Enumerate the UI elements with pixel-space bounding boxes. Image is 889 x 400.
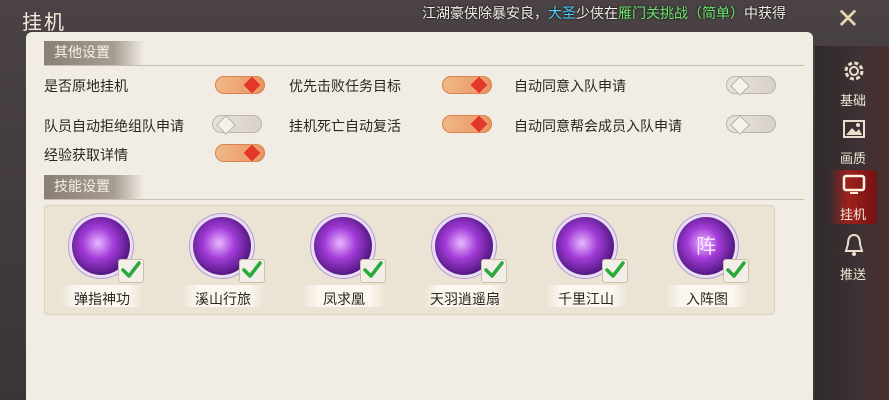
toggle-auto-revive[interactable] — [442, 115, 492, 133]
section-title-skills: 技能设置 — [44, 175, 144, 199]
checkmark-icon — [605, 261, 625, 278]
marquee-text-3: 中获得 — [744, 6, 786, 22]
bell-icon — [844, 233, 864, 256]
gear-icon — [844, 61, 864, 81]
option-label-exp-details: 经验获取详情 — [44, 148, 128, 164]
section-divider — [44, 65, 804, 66]
toggle-exp-details[interactable] — [215, 144, 265, 162]
side-nav: 基础 画质 挂机 推送 — [815, 46, 889, 400]
nav-item-basic[interactable]: 基础 — [829, 56, 877, 110]
toggle-knob — [216, 115, 236, 135]
marquee-text-2: 少侠在 — [576, 6, 618, 22]
nav-label: 画质 — [839, 152, 866, 167]
skills-list: 弹指神功 溪山行旅 凤求凰 天羽逍遥扇 千里江山 阵 入阵图 — [44, 205, 775, 315]
option-label-auto-accept-team: 自动同意入队申请 — [514, 79, 626, 95]
nav-item-graphics[interactable]: 画质 — [829, 114, 877, 168]
marquee-text-1: 江湖豪侠除暴安良， — [422, 6, 548, 22]
window-frame: 挂机 江湖豪侠除暴安良，大圣少侠在雁门关挑战（简单）中获得 ✕ 其他设置 是否原… — [0, 0, 889, 400]
toggle-knob — [243, 76, 261, 94]
skill-checkbox[interactable] — [723, 259, 749, 283]
skill-name: 千里江山 — [558, 292, 614, 308]
title-bar: 挂机 江湖豪侠除暴安良，大圣少侠在雁门关挑战（简单）中获得 ✕ — [0, 0, 889, 35]
skill-item[interactable]: 溪山行旅 — [175, 211, 275, 311]
toggle-knob — [730, 115, 750, 135]
skill-item[interactable]: 凤求凰 — [296, 211, 396, 311]
monitor-icon — [842, 174, 866, 194]
nav-label: 推送 — [839, 268, 866, 283]
toggle-priority-target[interactable] — [442, 76, 492, 94]
checkmark-icon — [242, 261, 262, 278]
option-label-priority-target: 优先击败任务目标 — [289, 79, 401, 95]
image-icon — [843, 120, 865, 138]
nav-item-idle[interactable]: 挂机 — [829, 170, 877, 224]
skill-checkbox[interactable] — [118, 259, 144, 283]
toggle-knob — [470, 76, 488, 94]
skill-item[interactable]: 千里江山 — [538, 211, 638, 311]
toggle-knob — [470, 115, 488, 133]
skill-checkbox[interactable] — [481, 259, 507, 283]
toggle-auto-accept-guild[interactable] — [726, 115, 776, 135]
option-label-stay-in-place: 是否原地挂机 — [44, 79, 128, 95]
skill-name: 溪山行旅 — [195, 292, 251, 308]
checkmark-icon — [726, 261, 746, 278]
nav-item-push[interactable]: 推送 — [829, 230, 877, 284]
skill-item[interactable]: 阵 入阵图 — [659, 211, 759, 311]
toggle-auto-reject[interactable] — [212, 115, 262, 135]
skill-checkbox[interactable] — [602, 259, 628, 283]
window-title: 挂机 — [22, 10, 66, 34]
announcement-marquee: 江湖豪侠除暴安良，大圣少侠在雁门关挑战（简单）中获得 — [422, 3, 786, 23]
skill-name: 凤求凰 — [323, 292, 365, 308]
toggle-knob — [730, 76, 750, 96]
option-label-auto-reject: 队员自动拒绝组队申请 — [44, 119, 184, 135]
toggle-stay-in-place[interactable] — [215, 76, 265, 94]
checkmark-icon — [363, 261, 383, 278]
checkmark-icon — [484, 261, 504, 278]
marquee-dungeon-name: 雁门关挑战（简单） — [618, 6, 744, 22]
close-button[interactable]: ✕ — [832, 4, 864, 34]
toggle-knob — [243, 144, 261, 162]
section-divider — [44, 199, 804, 200]
checkmark-icon — [121, 261, 141, 278]
skill-checkbox[interactable] — [239, 259, 265, 283]
skill-item[interactable]: 天羽逍遥扇 — [417, 211, 517, 311]
nav-label: 基础 — [839, 94, 866, 109]
option-label-auto-accept-guild: 自动同意帮会成员入队申请 — [514, 119, 682, 135]
toggle-auto-accept-team[interactable] — [726, 76, 776, 96]
marquee-player-name: 大圣 — [548, 6, 576, 22]
close-icon: ✕ — [836, 2, 860, 35]
nav-label: 挂机 — [839, 208, 866, 223]
skill-checkbox[interactable] — [360, 259, 386, 283]
section-title-other: 其他设置 — [44, 41, 144, 65]
skill-name: 弹指神功 — [74, 292, 130, 308]
skill-name: 天羽逍遥扇 — [430, 292, 500, 308]
skill-name: 入阵图 — [686, 292, 728, 308]
option-label-auto-revive: 挂机死亡自动复活 — [289, 119, 401, 135]
skill-item[interactable]: 弹指神功 — [54, 211, 154, 311]
